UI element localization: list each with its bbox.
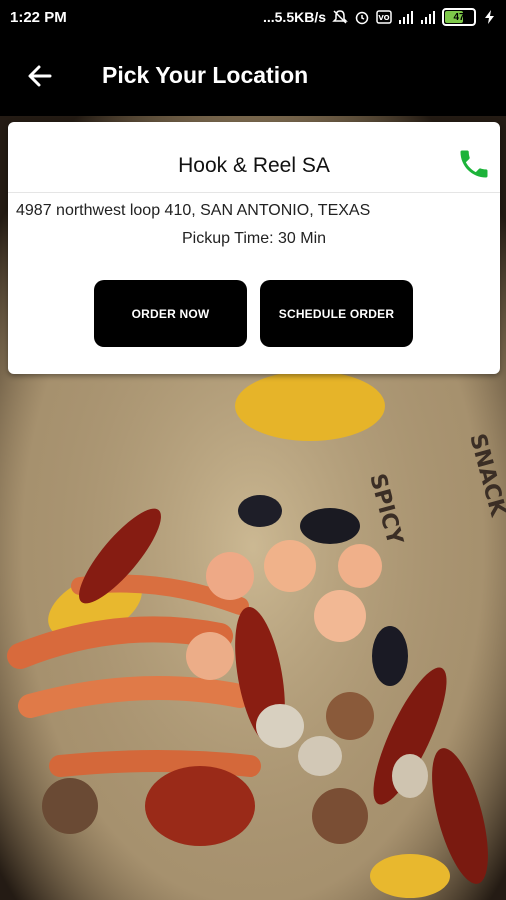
pickup-time: Pickup Time: 30 Min xyxy=(181,230,327,247)
alarm-icon xyxy=(355,11,369,25)
phone-icon[interactable] xyxy=(456,146,492,182)
page-title: Pick Your Location xyxy=(102,62,309,88)
svg-text:VO: VO xyxy=(378,14,389,22)
schedule-order-button[interactable]: SCHEDULE ORDER xyxy=(260,280,413,347)
mute-icon xyxy=(332,10,348,24)
status-icons: ...5.5KB/s VO 47 xyxy=(263,8,498,26)
restaurant-address: 4987 northwest loop 410, SAN ANTONIO, TE… xyxy=(16,202,371,219)
network-speed: ...5.5KB/s xyxy=(262,9,326,25)
vo-lte-icon: VO xyxy=(376,10,392,24)
app-bar: Pick Your Location xyxy=(0,36,506,116)
restaurant-name: Hook & Reel SA xyxy=(178,154,330,177)
status-bar: 1:22 PM ...5.5KB/s VO 47 xyxy=(0,0,506,36)
arrow-left-icon[interactable] xyxy=(24,60,56,92)
battery-icon: 47 xyxy=(442,8,476,26)
signal-icon xyxy=(399,11,413,24)
battery-level: 47 xyxy=(453,11,465,23)
signal-icon xyxy=(421,11,435,24)
corn-shape xyxy=(235,371,385,441)
divider xyxy=(8,192,500,193)
status-time: 1:22 PM xyxy=(10,9,67,26)
order-now-button[interactable]: ORDER NOW xyxy=(94,280,247,347)
corn-shape xyxy=(370,854,450,898)
charging-icon xyxy=(485,10,494,24)
location-card: Hook & Reel SA 4987 northwest loop 410, … xyxy=(8,122,500,374)
